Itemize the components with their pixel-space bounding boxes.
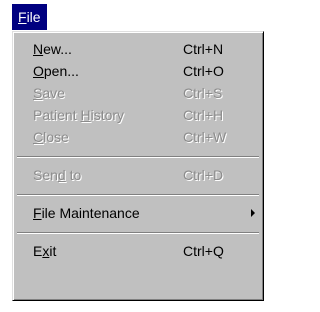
menu-item-send-to-shortcut: Ctrl+D [183, 167, 224, 183]
label-post: ew... [43, 41, 72, 57]
menu-item-exit-shortcut: Ctrl+Q [183, 243, 224, 259]
label-post: ile Maintenance [41, 205, 140, 221]
file-menu-title-post: ile [26, 9, 41, 25]
menu-item-new-label: New... [33, 38, 72, 60]
menu-item-file-maintenance[interactable]: File Maintenance [15, 202, 261, 224]
label-mnemonic: d [57, 167, 66, 183]
menu-item-patient-history: Patient History Ctrl+H [15, 104, 261, 126]
label-pre: Patient [33, 107, 81, 123]
menu-item-patient-history-shortcut: Ctrl+H [183, 107, 224, 123]
menu-item-file-maintenance-label: File Maintenance [33, 202, 140, 224]
menu-item-save-label: Save [33, 82, 65, 104]
label-post: istory [90, 107, 125, 123]
menu-item-save: Save Ctrl+S [15, 82, 261, 104]
menu-separator [17, 194, 259, 196]
label-post: it [49, 243, 57, 259]
label-post: ave [42, 85, 65, 101]
label-pre: E [33, 243, 43, 259]
menu-item-save-shortcut: Ctrl+S [183, 85, 223, 101]
menu-item-new[interactable]: New... Ctrl+N [15, 38, 261, 60]
menu-item-exit-label: Exit [33, 240, 56, 262]
menu-separator [17, 232, 259, 234]
label-post: to [65, 167, 82, 183]
menu-item-send-to: Send to Ctrl+D [15, 164, 261, 186]
file-menu-dropdown: New... Ctrl+N Open... Ctrl+O Save Ctrl+S… [12, 31, 264, 301]
menu-item-close-shortcut: Ctrl+W [183, 129, 227, 145]
menu-separator [17, 156, 259, 158]
screen: File New... Ctrl+N Open... Ctrl+O Save C… [0, 0, 273, 312]
label-post: pen... [43, 63, 79, 79]
menu-item-open[interactable]: Open... Ctrl+O [15, 60, 261, 82]
label-post: lose [43, 129, 69, 145]
menu-item-patient-history-label: Patient History [33, 104, 124, 126]
menu-item-open-label: Open... [33, 60, 79, 82]
label-mnemonic: H [80, 107, 91, 123]
file-menu-title[interactable]: File [12, 4, 47, 30]
menu-item-close: Close Ctrl+W [15, 126, 261, 148]
label-pre: Sen [33, 167, 58, 183]
label-mnemonic: N [33, 41, 44, 57]
file-menu-title-mnemonic: F [18, 9, 27, 25]
submenu-arrow-icon [251, 209, 255, 217]
label-mnemonic: O [33, 63, 44, 79]
menu-item-new-shortcut: Ctrl+N [183, 41, 224, 57]
menu-item-open-shortcut: Ctrl+O [183, 63, 224, 79]
label-mnemonic: F [33, 205, 42, 221]
label-mnemonic: C [33, 129, 44, 145]
menu-item-exit[interactable]: Exit Ctrl+Q [15, 240, 261, 262]
label-mnemonic: S [33, 85, 43, 101]
menu-item-close-label: Close [33, 126, 69, 148]
menu-item-send-to-label: Send to [33, 164, 81, 186]
